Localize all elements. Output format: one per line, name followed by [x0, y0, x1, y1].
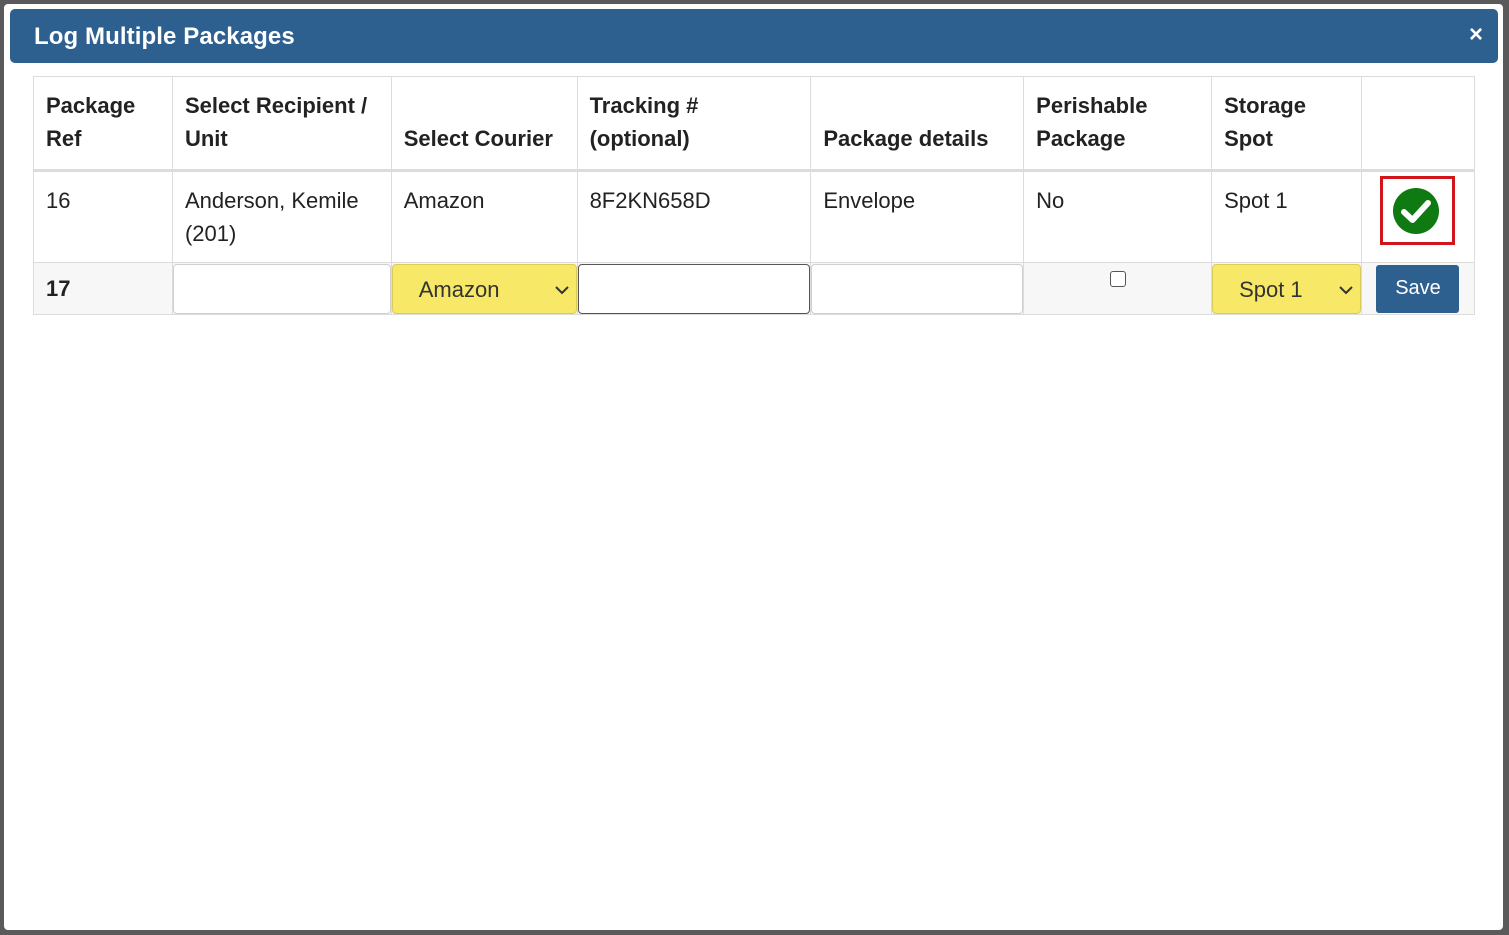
cell-storage-spot: Spot 1	[1211, 170, 1362, 263]
header-package-ref: Package Ref	[33, 76, 173, 172]
header-tracking: Tracking # (optional)	[576, 76, 812, 172]
cell-package-ref: 16	[33, 170, 173, 263]
header-action	[1360, 76, 1476, 172]
courier-select-value: Amazon	[418, 276, 500, 302]
dialog-title: Log Multiple Packages	[34, 23, 295, 50]
storage-spot-select[interactable]: Spot 1	[1212, 263, 1361, 314]
entry-tracking-cell	[576, 262, 812, 315]
recipient-input[interactable]	[172, 263, 391, 314]
entry-package-ref: 17	[33, 262, 173, 315]
perishable-checkbox[interactable]	[1109, 270, 1126, 287]
cell-package-details: Envelope	[810, 170, 1025, 263]
new-package-row: 17 Amazon Spot 1 Save	[33, 262, 1476, 315]
cell-tracking: 8F2KN658D	[576, 170, 812, 263]
header-row: Package Ref Select Recipient / Unit Sele…	[33, 76, 1476, 172]
header-storage-spot: Storage Spot	[1211, 76, 1362, 172]
cell-status	[1360, 170, 1476, 263]
check-circle-icon	[1393, 188, 1440, 234]
courier-select[interactable]: Amazon	[391, 263, 577, 314]
entry-action-cell: Save	[1360, 262, 1476, 315]
tracking-input[interactable]	[577, 263, 811, 314]
header-perishable: Perishable Package	[1023, 76, 1213, 172]
entry-perishable-cell	[1023, 262, 1213, 315]
chevron-down-icon	[554, 285, 569, 294]
entry-details-cell	[810, 262, 1025, 315]
header-recipient: Select Recipient / Unit	[171, 76, 392, 172]
dialog-header: Log Multiple Packages ×	[10, 9, 1498, 63]
package-details-input[interactable]	[811, 263, 1024, 314]
entry-storage-cell: Spot 1	[1211, 262, 1362, 315]
table-row: 16 Anderson, Kemile (201) Amazon 8F2KN65…	[33, 170, 1476, 263]
cell-perishable: No	[1023, 170, 1213, 263]
highlight-box	[1380, 176, 1456, 245]
entry-recipient-cell	[171, 262, 392, 315]
header-courier: Select Courier	[390, 76, 578, 172]
header-package-details: Package details	[810, 76, 1025, 172]
packages-table: Package Ref Select Recipient / Unit Sele…	[33, 76, 1476, 315]
close-icon[interactable]: ×	[1464, 23, 1488, 47]
entry-courier-cell: Amazon	[390, 262, 578, 315]
storage-select-value: Spot 1	[1239, 276, 1303, 302]
chevron-down-icon	[1339, 285, 1353, 294]
log-packages-dialog: Log Multiple Packages × Package Ref Sele…	[4, 4, 1503, 930]
cell-recipient: Anderson, Kemile (201)	[171, 170, 392, 263]
cell-courier: Amazon	[390, 170, 578, 263]
save-button[interactable]: Save	[1376, 264, 1460, 313]
